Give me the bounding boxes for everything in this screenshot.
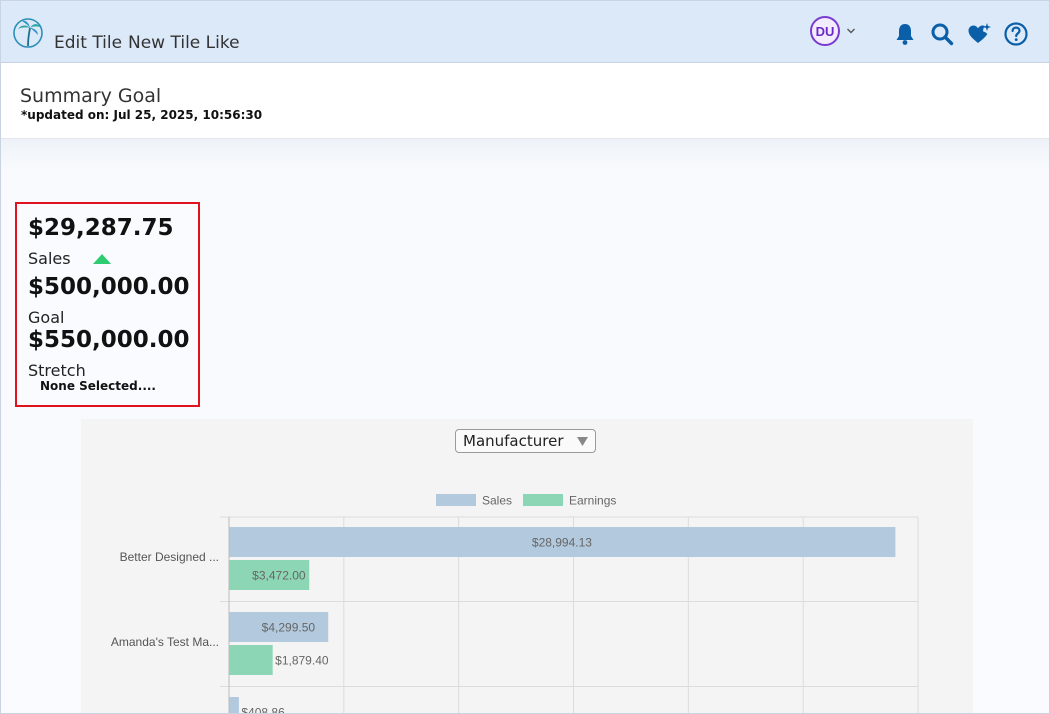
updated-timestamp: *updated on: Jul 25, 2025, 10:56:30 (21, 108, 263, 122)
user-avatar[interactable]: DU (810, 16, 840, 46)
chart-panel: Sales Earnings Better Designed ... $28,994.… (81, 419, 973, 714)
bar-chart: Sales Earnings Better Designed ... $28,994.… (111, 494, 919, 714)
selection-status: None Selected.... (40, 379, 156, 393)
legend-label-sales: Sales (482, 494, 512, 508)
avatar-initials: DU (815, 23, 835, 39)
dropdown-selected: Manufacturer (463, 432, 564, 450)
heart-sparkle-icon[interactable] (966, 21, 992, 47)
goal-label: Goal (28, 308, 65, 327)
bell-icon[interactable] (892, 21, 918, 47)
data-label-earnings: $1,879.40 (275, 654, 329, 668)
category-label: Amanda's Test Ma... (111, 635, 219, 649)
dropdown-caret-icon (577, 437, 588, 446)
chevron-down-icon[interactable] (846, 27, 856, 35)
edit-tile-link[interactable]: Edit Tile (54, 33, 122, 53)
tile-header: Summary Goal *updated on: Jul 25, 2025, … (1, 63, 1049, 139)
data-label-sales: $28,994.13 (532, 536, 592, 550)
new-tile-like-link[interactable]: New Tile Like (128, 33, 240, 53)
help-icon[interactable] (1003, 21, 1029, 47)
legend-label-earnings: Earnings (569, 494, 616, 508)
legend-swatch-earnings (523, 494, 563, 506)
category-label: Better Designed ... (120, 550, 219, 564)
sales-label: Sales (28, 249, 71, 268)
app-frame: Edit Tile New Tile Like DU Summary Goal (0, 0, 1050, 714)
bar-sales (229, 697, 239, 713)
top-bar: Edit Tile New Tile Like DU (1, 1, 1049, 63)
bar-earnings (229, 645, 273, 675)
stretch-value: $550,000.00 (28, 327, 190, 353)
palm-logo-icon[interactable] (12, 17, 44, 49)
page-title: Summary Goal (20, 85, 162, 107)
trend-up-icon (93, 254, 111, 264)
sales-value: $29,287.75 (28, 215, 174, 241)
manufacturer-dropdown[interactable]: Manufacturer (455, 429, 596, 453)
search-icon[interactable] (929, 21, 955, 47)
data-label-sales: $408.86 (241, 706, 285, 714)
data-label-sales: $4,299.50 (262, 621, 316, 635)
legend-swatch-sales (436, 494, 476, 506)
goal-value: $500,000.00 (28, 274, 190, 300)
stretch-label: Stretch (28, 361, 86, 380)
summary-goal-box[interactable]: $29,287.75 Sales $500,000.00 Goal $550,0… (15, 202, 200, 407)
data-label-earnings: $3,472.00 (252, 569, 306, 583)
